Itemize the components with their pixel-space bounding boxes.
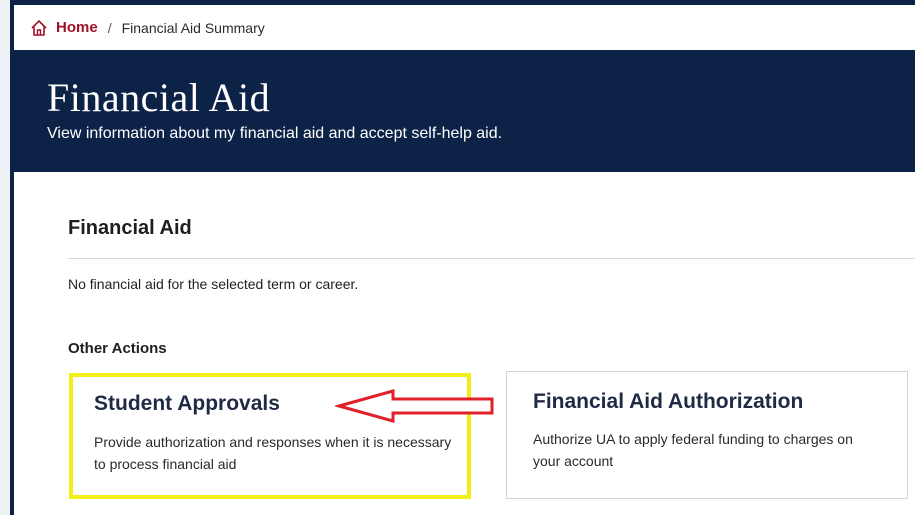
card-description: Provide authorization and responses when… [94,434,452,472]
breadcrumb-home-link[interactable]: Home [56,19,98,36]
home-icon[interactable] [30,19,48,37]
financial-aid-authorization-card[interactable]: Financial Aid Authorization Authorize UA… [506,371,908,499]
page-subtitle: View information about my financial aid … [47,125,503,142]
page-title: Financial Aid [47,75,271,120]
section-divider [68,258,915,259]
breadcrumb-separator: / [107,19,112,36]
breadcrumb: Home / Financial Aid Summary [14,5,915,50]
annotation-arrow-icon [335,389,494,423]
card-title: Financial Aid Authorization [533,390,804,413]
card-description: Authorize UA to apply federal funding to… [533,431,853,469]
empty-message: No financial aid for the selected term o… [68,276,359,292]
card-title: Student Approvals [94,392,280,415]
page-banner: Financial Aid View information about my … [14,50,915,172]
other-actions-heading: Other Actions [68,340,167,357]
breadcrumb-current: Financial Aid Summary [121,19,265,36]
left-frame [0,0,14,515]
section-title: Financial Aid [68,217,192,239]
main-content: Financial Aid No financial aid for the s… [14,172,915,515]
